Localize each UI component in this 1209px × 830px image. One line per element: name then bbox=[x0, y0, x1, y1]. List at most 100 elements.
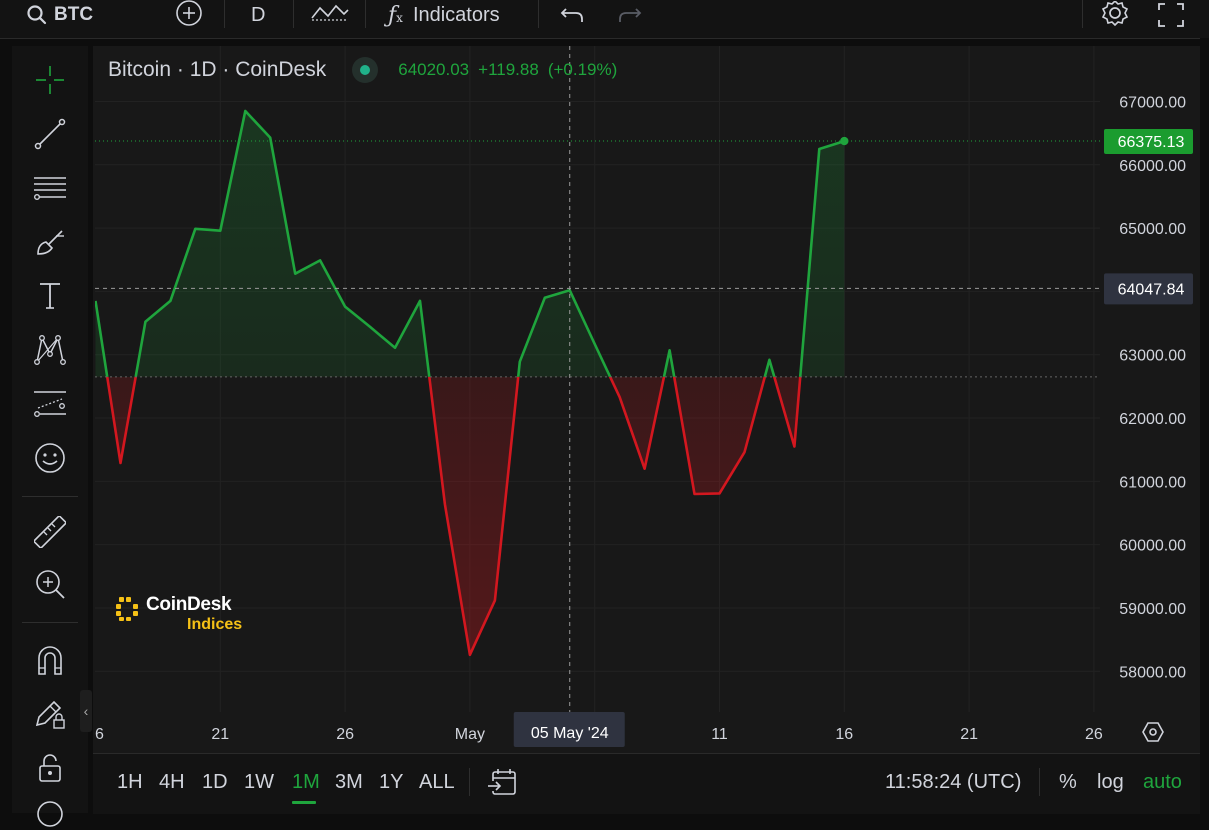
percent-scale-toggle[interactable]: % bbox=[1059, 771, 1077, 794]
zoom-tool[interactable] bbox=[34, 568, 66, 600]
fullscreen-button[interactable] bbox=[1157, 0, 1185, 30]
lock-drawings-tool[interactable] bbox=[34, 698, 66, 730]
crosshair-price-label: 64047.84 bbox=[1104, 273, 1193, 305]
auto-scale-toggle[interactable]: auto bbox=[1143, 771, 1182, 794]
current-price-label-text: 66375.13 bbox=[1118, 134, 1185, 151]
range-all[interactable]: ALL bbox=[419, 771, 455, 794]
range-3m[interactable]: 3M bbox=[335, 771, 363, 794]
eye-icon bbox=[37, 801, 63, 827]
status-dot-icon bbox=[360, 65, 371, 75]
watermark-line1: CoinDesk bbox=[146, 594, 232, 615]
y-axis-tick-label: 58000.00 bbox=[1119, 664, 1186, 681]
window-edge bbox=[1200, 38, 1209, 813]
redo-button[interactable] bbox=[616, 0, 642, 30]
visibility-tool[interactable] bbox=[34, 798, 66, 830]
y-axis-tick-label: 67000.00 bbox=[1119, 95, 1186, 112]
magnet-icon bbox=[38, 646, 62, 675]
data-point bbox=[741, 449, 747, 455]
text-icon bbox=[40, 283, 60, 309]
pattern-tool[interactable] bbox=[34, 334, 66, 366]
settings-button[interactable] bbox=[1099, 0, 1131, 30]
chart-pane[interactable]: 67000.00 66000.00 65000.00 63000.00 62000.00… bbox=[93, 46, 1200, 753]
data-point bbox=[192, 226, 198, 232]
data-point bbox=[442, 501, 448, 507]
emoji-tool[interactable] bbox=[34, 442, 66, 474]
data-point bbox=[317, 257, 323, 263]
measure-tool[interactable] bbox=[34, 516, 66, 548]
lock-tool[interactable] bbox=[34, 752, 66, 784]
data-point bbox=[717, 490, 723, 496]
series-title: Bitcoin · 1D · CoinDesk bbox=[108, 58, 327, 81]
data-point bbox=[517, 359, 523, 365]
drawing-toolbar bbox=[12, 46, 88, 827]
chart-style-button[interactable] bbox=[310, 0, 350, 30]
utc-time[interactable]: 11:58:24 (UTC) bbox=[885, 771, 1021, 794]
undo-icon bbox=[560, 8, 583, 22]
toolbar-divider bbox=[224, 0, 225, 28]
data-point bbox=[292, 271, 298, 277]
data-point bbox=[592, 341, 598, 347]
toolbar-divider bbox=[538, 0, 539, 28]
data-point bbox=[342, 304, 348, 310]
range-1w[interactable]: 1W bbox=[244, 771, 274, 794]
data-point bbox=[392, 345, 398, 351]
crosshair-date-label: 05 May '24 bbox=[513, 712, 625, 747]
toolbar-divider bbox=[1039, 768, 1040, 796]
active-range-underline bbox=[292, 801, 316, 804]
coindesk-logo-icon bbox=[116, 597, 138, 621]
data-point bbox=[467, 652, 473, 658]
pattern-icon bbox=[34, 335, 66, 365]
fullscreen-icon bbox=[1158, 3, 1184, 27]
data-point bbox=[492, 597, 498, 603]
symbol-search[interactable]: BTC bbox=[26, 0, 93, 30]
data-point bbox=[766, 357, 772, 363]
fib-retracement-tool[interactable] bbox=[34, 172, 66, 204]
x-axis-tick-label: 6 bbox=[95, 726, 104, 743]
collapse-toolbar-button[interactable]: ‹ bbox=[80, 690, 92, 732]
crosshair-tool[interactable] bbox=[34, 64, 66, 96]
ruler-icon bbox=[34, 516, 66, 548]
range-1h[interactable]: 1H bbox=[117, 771, 143, 794]
range-1d[interactable]: 1D bbox=[202, 771, 228, 794]
zoom-in-icon bbox=[36, 570, 65, 599]
log-scale-toggle[interactable]: log bbox=[1097, 771, 1124, 794]
function-icon: ƒx bbox=[388, 2, 403, 28]
magnet-tool[interactable] bbox=[34, 644, 66, 676]
range-1y[interactable]: 1Y bbox=[379, 771, 403, 794]
interval-button[interactable]: D bbox=[251, 0, 265, 30]
toolbar-divider bbox=[1082, 0, 1083, 28]
brush-icon bbox=[37, 230, 64, 255]
undo-button[interactable] bbox=[560, 0, 586, 30]
add-circle-icon bbox=[176, 0, 202, 26]
y-axis-tick-label: 60000.00 bbox=[1119, 538, 1186, 555]
data-point bbox=[242, 108, 248, 114]
watermark-line2: Indices bbox=[187, 616, 243, 633]
legend-change: +119.88 bbox=[478, 60, 539, 79]
calendar-arrow-icon bbox=[487, 769, 516, 795]
legend-price: 64020.03 bbox=[398, 60, 470, 79]
price-chart[interactable]: 67000.00 66000.00 65000.00 63000.00 62000.00… bbox=[93, 46, 1200, 753]
range-1m[interactable]: 1M bbox=[292, 771, 320, 794]
forecast-tool[interactable] bbox=[34, 388, 66, 420]
range-4h[interactable]: 4H bbox=[159, 771, 185, 794]
scale-settings-icon bbox=[1142, 722, 1164, 742]
data-point bbox=[93, 298, 99, 304]
y-axis-tick-label: 59000.00 bbox=[1119, 601, 1186, 618]
symbol-label: BTC bbox=[54, 4, 94, 25]
data-point bbox=[167, 298, 173, 304]
goto-date-button[interactable] bbox=[487, 767, 519, 804]
text-tool[interactable] bbox=[34, 280, 66, 312]
hexagon-icon bbox=[1142, 722, 1164, 742]
x-axis-tick-label: May bbox=[455, 726, 485, 743]
data-point bbox=[617, 394, 623, 400]
compare-button[interactable] bbox=[174, 0, 204, 30]
indicators-button[interactable]: ƒx Indicators bbox=[388, 0, 500, 30]
x-axis-tick-label: 16 bbox=[835, 726, 853, 743]
chevron-left-icon: ‹ bbox=[83, 703, 89, 719]
trend-line-tool[interactable] bbox=[34, 118, 66, 150]
market-status-indicator[interactable] bbox=[352, 57, 379, 83]
brush-tool[interactable] bbox=[34, 226, 66, 258]
smiley-icon bbox=[35, 443, 65, 473]
last-point-dot bbox=[840, 136, 849, 146]
legend-change-percent: (+0.19%) bbox=[547, 60, 618, 79]
